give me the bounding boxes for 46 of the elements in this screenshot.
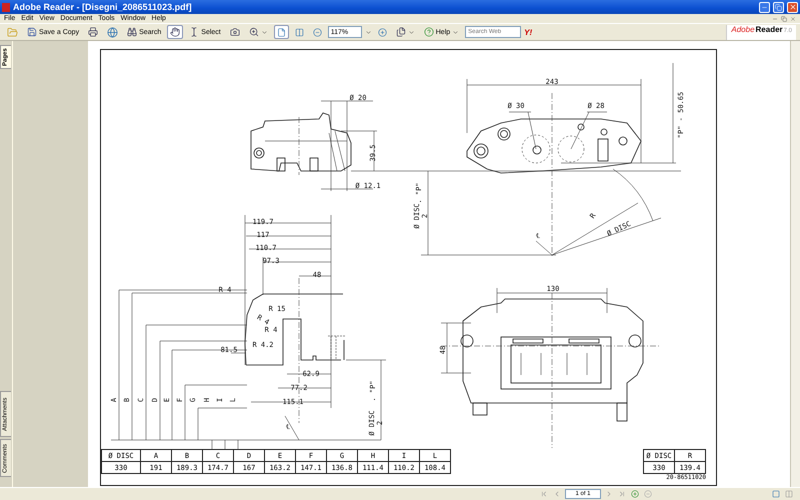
window-title: Adobe Reader - [Disegni_2086511023.pdf] xyxy=(13,2,193,12)
close-button[interactable] xyxy=(787,2,798,12)
page-view-icon xyxy=(772,490,780,498)
go-back-button[interactable] xyxy=(643,489,653,499)
next-icon xyxy=(605,490,613,498)
vertical-scrollbar[interactable] xyxy=(790,41,800,487)
app-icon xyxy=(2,2,10,12)
extension-line xyxy=(184,384,248,386)
last-page-icon xyxy=(618,490,626,498)
fitpage-tool-button[interactable] xyxy=(274,25,289,39)
minimize-button[interactable] xyxy=(759,2,770,12)
disc-radius-arc xyxy=(612,168,654,222)
close-icon xyxy=(790,16,796,22)
zoom-out-icon xyxy=(312,28,322,36)
hand-tool-button[interactable] xyxy=(167,25,184,39)
forward-circle-icon xyxy=(631,490,639,498)
restore-icon xyxy=(781,16,787,22)
first-page-icon xyxy=(540,490,548,498)
zoom-in-icon xyxy=(248,27,259,37)
hand-icon xyxy=(170,27,180,37)
restore-icon xyxy=(775,4,782,10)
close-icon xyxy=(788,3,796,11)
go-forward-button[interactable] xyxy=(630,489,640,499)
zoom-in-icon xyxy=(378,28,387,36)
previous-icon xyxy=(553,490,561,498)
camera-icon xyxy=(230,27,240,37)
pages-icon xyxy=(396,27,406,37)
single-page-view-button[interactable] xyxy=(771,489,781,499)
last-page-button[interactable] xyxy=(617,489,627,499)
text-cursor-icon xyxy=(189,27,200,37)
folder-icon xyxy=(7,26,18,38)
two-page-icon xyxy=(785,490,793,498)
caret-icon xyxy=(452,28,460,36)
page-icon xyxy=(276,28,286,36)
first-page-button[interactable] xyxy=(539,489,549,499)
printer-icon xyxy=(88,27,98,37)
yahoo-logo[interactable]: Y! xyxy=(524,28,532,36)
fit-width-icon xyxy=(294,28,304,36)
binoculars-icon xyxy=(127,27,138,37)
back-circle-icon xyxy=(644,490,652,498)
caret-icon xyxy=(260,28,268,36)
globe-icon xyxy=(107,26,118,38)
help-icon xyxy=(424,27,434,37)
caret-icon xyxy=(408,28,415,36)
restore-button[interactable] xyxy=(773,2,784,12)
caret-icon xyxy=(364,28,372,36)
